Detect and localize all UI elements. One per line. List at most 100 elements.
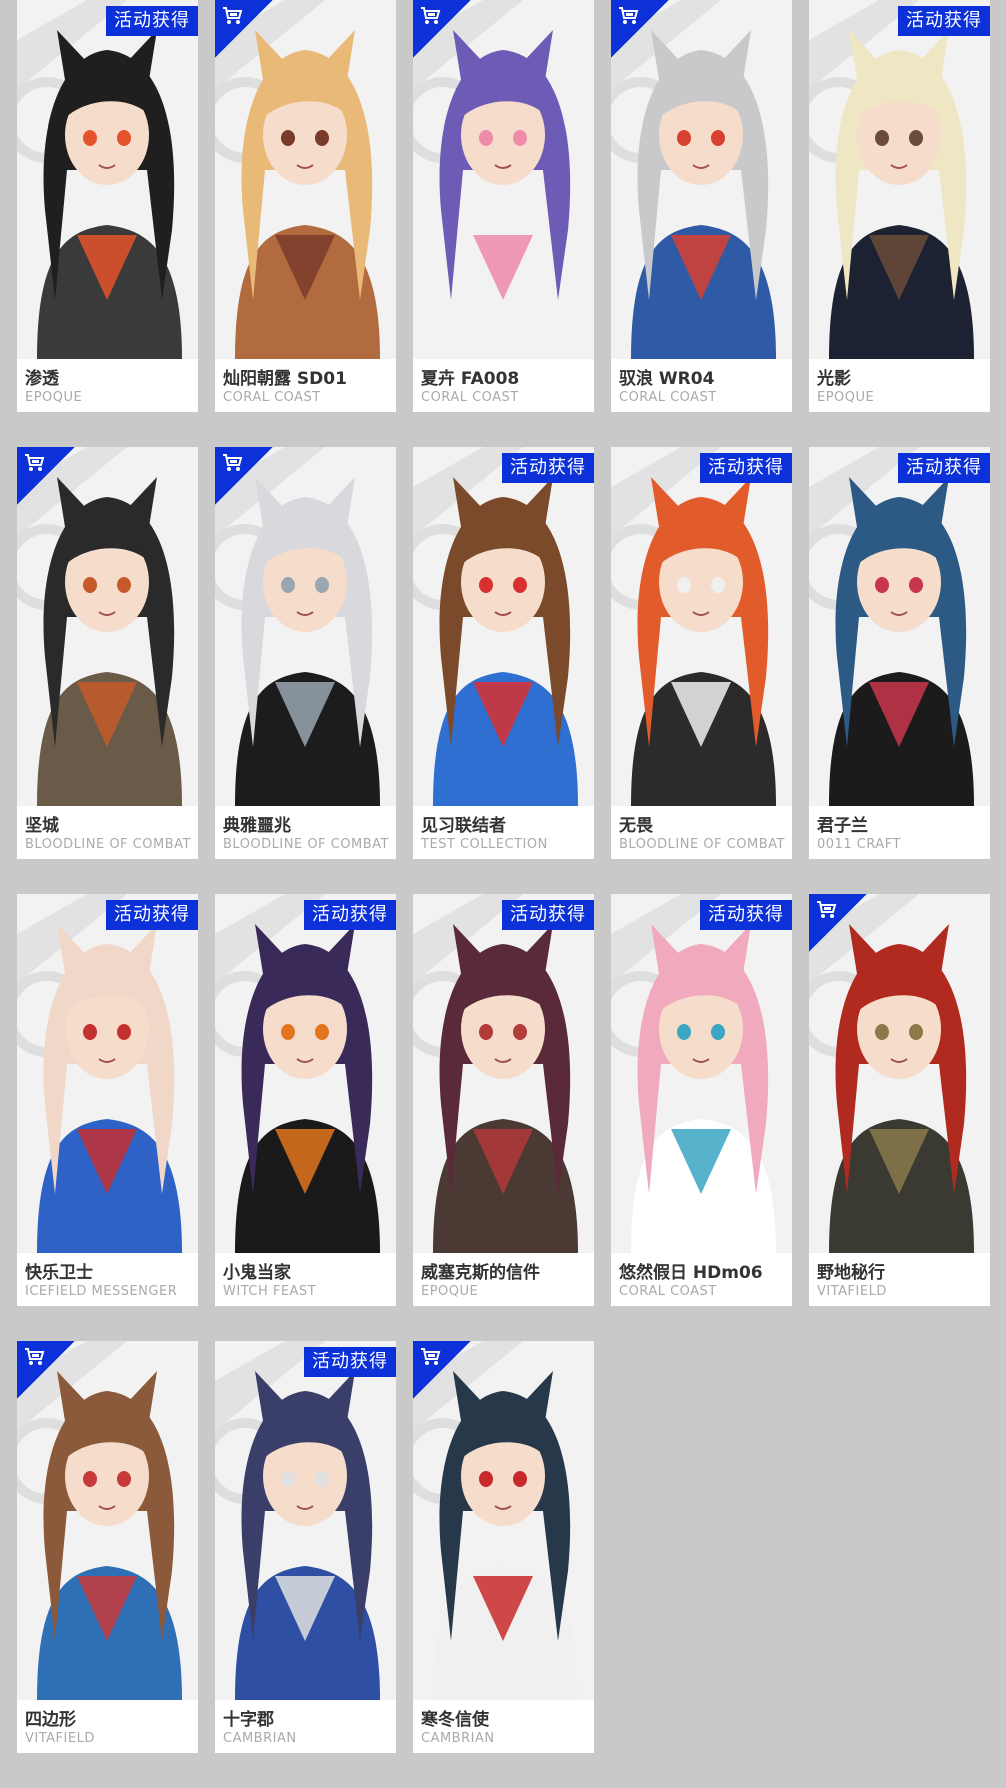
skin-name: 驭浪 WR04 xyxy=(619,369,715,389)
skin-series: EPOQUE xyxy=(817,390,875,405)
skin-card[interactable]: 灿阳朝露 SD01 CORAL COAST xyxy=(215,0,396,412)
store-icon xyxy=(223,454,243,471)
skin-name: 四边形 xyxy=(25,1710,76,1730)
skin-name: 夏卉 FA008 xyxy=(421,369,520,389)
event-badge: 活动获得 xyxy=(502,453,594,483)
event-badge: 活动获得 xyxy=(304,1347,396,1377)
skin-series: CORAL COAST xyxy=(421,390,519,405)
skin-art xyxy=(17,894,198,1253)
store-icon xyxy=(223,7,243,24)
skin-card[interactable]: 活动获得小鬼当家 WITCH FEAST xyxy=(215,894,396,1306)
skin-card[interactable]: 活动获得快乐卫士 ICEFIELD MESSENGER xyxy=(17,894,198,1306)
skin-card[interactable]: 野地秘行 VITAFIELD xyxy=(809,894,990,1306)
skin-card[interactable]: 活动获得威塞克斯的信件 EPOQUE xyxy=(413,894,594,1306)
store-badge xyxy=(809,894,867,952)
skin-name: 君子兰 xyxy=(817,816,868,836)
skin-series: TEST COLLECTION xyxy=(421,837,548,852)
character-portrait xyxy=(809,447,990,806)
character-portrait xyxy=(809,0,990,359)
skin-name: 无畏 xyxy=(619,816,653,836)
skin-art xyxy=(413,894,594,1253)
character-portrait xyxy=(611,894,792,1253)
skin-card[interactable]: 活动获得光影 EPOQUE xyxy=(809,0,990,412)
skin-series: EPOQUE xyxy=(25,390,83,405)
skin-series: CORAL COAST xyxy=(619,1284,717,1299)
store-badge xyxy=(611,0,669,58)
skin-series: VITAFIELD xyxy=(817,1284,887,1299)
store-icon xyxy=(817,901,837,918)
character-portrait xyxy=(215,1341,396,1700)
store-badge xyxy=(17,1341,75,1399)
store-badge xyxy=(215,447,273,505)
skin-card[interactable]: 活动获得君子兰 0011 CRAFT xyxy=(809,447,990,859)
character-portrait xyxy=(611,447,792,806)
skin-name: 渗透 xyxy=(25,369,59,389)
store-badge xyxy=(413,1341,471,1399)
skin-series: CAMBRIAN xyxy=(421,1731,495,1746)
skin-series: BLOODLINE OF COMBAT xyxy=(25,837,191,852)
skin-name: 小鬼当家 xyxy=(223,1263,291,1283)
event-badge: 活动获得 xyxy=(700,900,792,930)
skin-name: 典雅噩兆 xyxy=(223,816,291,836)
skin-art xyxy=(17,0,198,359)
skin-art xyxy=(215,894,396,1253)
store-icon xyxy=(421,1348,441,1365)
skin-art xyxy=(611,894,792,1253)
skin-name: 光影 xyxy=(817,369,851,389)
skin-card[interactable]: 活动获得十字郡 CAMBRIAN xyxy=(215,1341,396,1753)
skin-name: 见习联结者 xyxy=(421,816,506,836)
character-portrait xyxy=(413,447,594,806)
skin-series: 0011 CRAFT xyxy=(817,837,901,852)
skin-card[interactable]: 活动获得渗透 EPOQUE xyxy=(17,0,198,412)
skin-name: 灿阳朝露 SD01 xyxy=(223,369,347,389)
skin-card[interactable]: 活动获得无畏 BLOODLINE OF COMBAT xyxy=(611,447,792,859)
skin-series: CORAL COAST xyxy=(223,390,321,405)
event-badge: 活动获得 xyxy=(700,453,792,483)
skin-card[interactable]: 坚城 BLOODLINE OF COMBAT xyxy=(17,447,198,859)
skin-series: ICEFIELD MESSENGER xyxy=(25,1284,178,1299)
skin-art xyxy=(413,447,594,806)
skin-card[interactable]: 四边形 VITAFIELD xyxy=(17,1341,198,1753)
skin-name: 威塞克斯的信件 xyxy=(421,1263,540,1283)
skin-card[interactable]: 寒冬信使 CAMBRIAN xyxy=(413,1341,594,1753)
store-icon xyxy=(619,7,639,24)
skin-series: EPOQUE xyxy=(421,1284,479,1299)
event-badge: 活动获得 xyxy=(898,453,990,483)
event-badge: 活动获得 xyxy=(106,6,198,36)
skin-series: CORAL COAST xyxy=(619,390,717,405)
skin-art xyxy=(809,0,990,359)
store-badge xyxy=(215,0,273,58)
skin-grid: 活动获得 渗透 EPOQUE 灿阳朝露 SD01 CORAL COAST 夏卉 FA008… xyxy=(0,0,1006,1788)
skin-card[interactable]: 典雅噩兆 BLOODLINE OF COMBAT xyxy=(215,447,396,859)
skin-series: WITCH FEAST xyxy=(223,1284,317,1299)
skin-series: BLOODLINE OF COMBAT xyxy=(223,837,389,852)
skin-name: 寒冬信使 xyxy=(421,1710,489,1730)
skin-series: VITAFIELD xyxy=(25,1731,95,1746)
event-badge: 活动获得 xyxy=(106,900,198,930)
skin-name: 野地秘行 xyxy=(817,1263,885,1283)
skin-card[interactable]: 夏卉 FA008 CORAL COAST xyxy=(413,0,594,412)
skin-name: 悠然假日 HDm06 xyxy=(619,1263,763,1283)
character-portrait xyxy=(17,0,198,359)
character-portrait xyxy=(17,894,198,1253)
skin-series: BLOODLINE OF COMBAT xyxy=(619,837,785,852)
event-badge: 活动获得 xyxy=(898,6,990,36)
skin-card[interactable]: 活动获得见习联结者 TEST COLLECTION xyxy=(413,447,594,859)
skin-name: 坚城 xyxy=(25,816,59,836)
skin-name: 快乐卫士 xyxy=(25,1263,93,1283)
skin-name: 十字郡 xyxy=(223,1710,274,1730)
store-icon xyxy=(25,454,45,471)
character-portrait xyxy=(413,894,594,1253)
store-badge xyxy=(17,447,75,505)
skin-art xyxy=(611,447,792,806)
character-portrait xyxy=(215,894,396,1253)
skin-art xyxy=(809,447,990,806)
store-icon xyxy=(25,1348,45,1365)
skin-card[interactable]: 活动获得悠然假日 HDm06 CORAL COAST xyxy=(611,894,792,1306)
store-badge xyxy=(413,0,471,58)
event-badge: 活动获得 xyxy=(304,900,396,930)
skin-art xyxy=(215,1341,396,1700)
skin-series: CAMBRIAN xyxy=(223,1731,297,1746)
event-badge: 活动获得 xyxy=(502,900,594,930)
skin-card[interactable]: 驭浪 WR04 CORAL COAST xyxy=(611,0,792,412)
